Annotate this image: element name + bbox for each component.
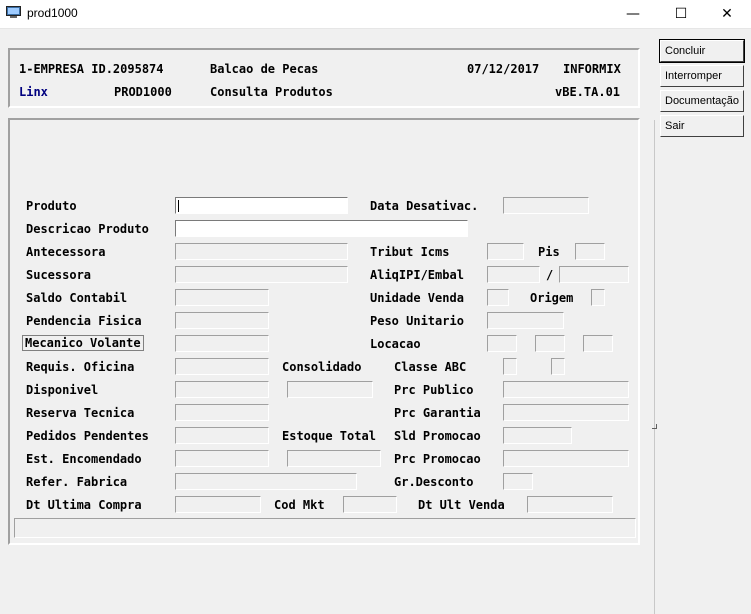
database-name: INFORMIX bbox=[563, 62, 621, 76]
tribut-icms-field[interactable] bbox=[487, 243, 524, 260]
version-label: vBE.TA.01 bbox=[555, 85, 621, 99]
estoque-total-field[interactable] bbox=[287, 450, 381, 467]
data-desativac-field[interactable] bbox=[503, 197, 589, 214]
cod-mkt-label: Cod Mkt bbox=[274, 498, 325, 512]
minimize-button[interactable]: — bbox=[610, 0, 656, 28]
classe-abc-field-2[interactable] bbox=[551, 358, 565, 375]
gr-desconto-field[interactable] bbox=[503, 473, 533, 490]
locacao-field-3[interactable] bbox=[583, 335, 613, 352]
close-button[interactable]: ✕ bbox=[704, 0, 750, 28]
slash-separator: / bbox=[546, 268, 554, 282]
disponivel-label: Disponivel bbox=[26, 383, 99, 397]
gr-desconto-label: Gr.Desconto bbox=[394, 475, 474, 489]
descricao-produto-label: Descricao Produto bbox=[26, 222, 149, 236]
requis-oficina-label: Requis. Oficina bbox=[26, 360, 135, 374]
sair-button[interactable]: Sair bbox=[660, 115, 744, 137]
embal-field[interactable] bbox=[559, 266, 629, 283]
window-title: prod1000 bbox=[27, 6, 78, 20]
company-id: 1-EMPRESA ID.2095874 bbox=[19, 62, 164, 76]
pedidos-pendentes-field[interactable] bbox=[175, 427, 269, 444]
prc-garantia-label: Prc Garantia bbox=[394, 406, 481, 420]
produto-label: Produto bbox=[26, 199, 77, 213]
consolidado-label: Consolidado bbox=[282, 360, 362, 374]
pis-field[interactable] bbox=[575, 243, 605, 260]
requis-oficina-field[interactable] bbox=[175, 358, 269, 375]
cod-mkt-field[interactable] bbox=[343, 496, 397, 513]
locacao-field-1[interactable] bbox=[487, 335, 517, 352]
prc-publico-field[interactable] bbox=[503, 381, 629, 398]
interromper-button[interactable]: Interromper bbox=[660, 65, 744, 87]
data-desativac-label: Data Desativac. bbox=[370, 199, 479, 213]
classe-abc-label: Classe ABC bbox=[394, 360, 467, 374]
program-code: PROD1000 bbox=[114, 85, 172, 99]
origem-field[interactable] bbox=[591, 289, 605, 306]
prc-promocao-label: Prc Promocao bbox=[394, 452, 481, 466]
window-titlebar: prod1000 — ☐ ✕ bbox=[0, 0, 751, 29]
dt-ult-venda-label: Dt Ult Venda bbox=[418, 498, 505, 512]
prc-garantia-field[interactable] bbox=[503, 404, 629, 421]
dt-ultima-compra-label: Dt Ultima Compra bbox=[26, 498, 142, 512]
pedidos-pendentes-label: Pedidos Pendentes bbox=[26, 429, 149, 443]
app-monitor-icon bbox=[6, 6, 21, 18]
consolidado-field[interactable] bbox=[287, 381, 373, 398]
sucessora-label: Sucessora bbox=[26, 268, 92, 282]
header-panel bbox=[8, 48, 640, 108]
estoque-total-label: Estoque Total bbox=[282, 429, 376, 443]
unidade-venda-label: Unidade Venda bbox=[370, 291, 464, 305]
vertical-divider bbox=[654, 120, 655, 614]
documentacao-button[interactable]: Documentação bbox=[660, 90, 744, 112]
dt-ult-venda-field[interactable] bbox=[527, 496, 613, 513]
antecessora-field[interactable] bbox=[175, 243, 348, 260]
classe-abc-field-1[interactable] bbox=[503, 358, 517, 375]
sld-promocao-field[interactable] bbox=[503, 427, 572, 444]
locacao-field-2[interactable] bbox=[535, 335, 565, 352]
sld-promocao-label: Sld Promocao bbox=[394, 429, 481, 443]
peso-unitario-label: Peso Unitario bbox=[370, 314, 464, 328]
mecanico-volante-label: Mecanico Volante bbox=[22, 335, 144, 351]
aliqipi-embal-label: AliqIPI/Embal bbox=[370, 268, 464, 282]
unidade-venda-field[interactable] bbox=[487, 289, 509, 306]
current-date: 07/12/2017 bbox=[467, 62, 540, 76]
dt-ultima-compra-field[interactable] bbox=[175, 496, 261, 513]
text-cursor bbox=[178, 200, 179, 212]
disponivel-field[interactable] bbox=[175, 381, 269, 398]
mecanico-volante-field[interactable] bbox=[175, 335, 269, 352]
module-name: Balcao de Pecas bbox=[210, 62, 319, 76]
refer-fabrica-field[interactable] bbox=[175, 473, 357, 490]
concluir-button[interactable]: Concluir bbox=[659, 39, 745, 63]
prc-publico-label: Prc Publico bbox=[394, 383, 474, 397]
reserva-tecnica-field[interactable] bbox=[175, 404, 269, 421]
locacao-label: Locacao bbox=[370, 337, 421, 351]
screen-title: Consulta Produtos bbox=[210, 85, 333, 99]
resize-marker bbox=[652, 424, 657, 429]
sucessora-field[interactable] bbox=[175, 266, 348, 283]
descricao-produto-input[interactable] bbox=[175, 220, 468, 237]
brand-name: Linx bbox=[19, 85, 48, 99]
prc-promocao-field[interactable] bbox=[503, 450, 629, 467]
pis-label: Pis bbox=[538, 245, 560, 259]
est-encomendado-field[interactable] bbox=[175, 450, 269, 467]
tribut-icms-label: Tribut Icms bbox=[370, 245, 450, 259]
aliqipi-field[interactable] bbox=[487, 266, 540, 283]
origem-label: Origem bbox=[530, 291, 574, 305]
maximize-button[interactable]: ☐ bbox=[658, 0, 704, 28]
produto-input[interactable] bbox=[175, 197, 348, 214]
pendencia-fisica-field[interactable] bbox=[175, 312, 269, 329]
saldo-contabil-label: Saldo Contabil bbox=[26, 291, 128, 305]
pendencia-fisica-label: Pendencia Fisica bbox=[26, 314, 142, 328]
status-bar bbox=[14, 518, 636, 538]
saldo-contabil-field[interactable] bbox=[175, 289, 269, 306]
peso-unitario-field[interactable] bbox=[487, 312, 564, 329]
antecessora-label: Antecessora bbox=[26, 245, 106, 259]
reserva-tecnica-label: Reserva Tecnica bbox=[26, 406, 135, 420]
refer-fabrica-label: Refer. Fabrica bbox=[26, 475, 128, 489]
est-encomendado-label: Est. Encomendado bbox=[26, 452, 142, 466]
